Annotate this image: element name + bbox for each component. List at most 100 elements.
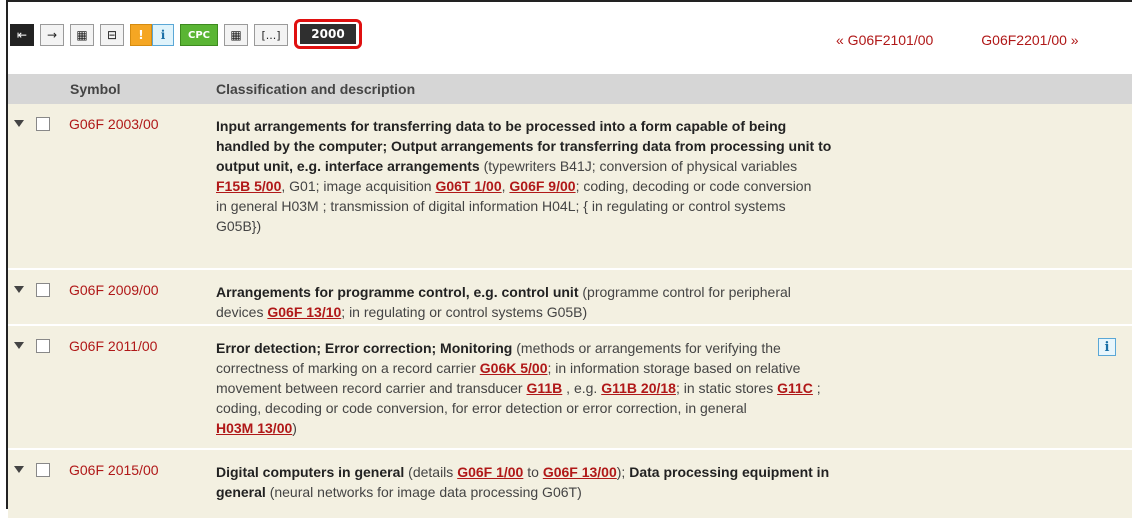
description-text: ;	[812, 380, 821, 396]
description-line: correctness of marking on a record carri…	[216, 358, 1016, 378]
symbol-link[interactable]: G06F 2015/00	[69, 462, 159, 478]
expand-arrow-icon[interactable]	[14, 342, 24, 349]
description-text: ; coding, decoding or code conversion	[575, 178, 812, 194]
table-row: G06F 2011/00 Error detection; Error corre…	[8, 326, 1132, 450]
expand-arrow-icon[interactable]	[14, 466, 24, 473]
reference-link[interactable]: G06F 13/10	[267, 304, 341, 320]
warning-icon: !	[138, 28, 144, 42]
description-text: to	[523, 464, 543, 480]
reference-link[interactable]: F15B 5/00	[216, 178, 281, 194]
description-title: general	[216, 484, 266, 500]
description-text: , G01; image acquisition	[281, 178, 436, 194]
description-text: movement between record carrier and tran…	[216, 380, 527, 396]
grid-icon: ▦	[230, 28, 242, 42]
classification-description: Error detection; Error correction; Monit…	[216, 338, 1016, 438]
description-title: handled by the computer; Output arrangem…	[216, 138, 832, 154]
description-column-header: Classification and description	[216, 81, 416, 97]
description-text: (methods or arrangements for verifying t…	[512, 340, 781, 356]
reference-link[interactable]: G11B 20/18	[601, 380, 676, 396]
cpc-label: CPC	[187, 29, 210, 41]
description-text: )	[292, 420, 297, 436]
info-icon[interactable]: i	[1098, 338, 1116, 356]
description-line: devices G06F 13/10; in regulating or con…	[216, 302, 1016, 322]
description-text: ; in information storage based on relati…	[547, 360, 801, 376]
description-line: H03M 13/00)	[216, 418, 1016, 438]
description-text: (details	[404, 464, 458, 480]
ellipsis-icon: [...]	[261, 28, 281, 42]
reference-link[interactable]: G11B	[526, 380, 562, 396]
reference-link[interactable]: G06F 9/00	[509, 178, 575, 194]
description-line: general (neural networks for image data …	[216, 482, 1016, 502]
description-title: Arrangements for programme control, e.g.…	[216, 284, 579, 300]
description-text: (typewriters B41J; conversion of physica…	[479, 158, 798, 174]
description-line: movement between record carrier and tran…	[216, 378, 1016, 398]
classification-description: Arrangements for programme control, e.g.…	[216, 282, 1016, 322]
back-icon: ⇤	[16, 28, 28, 42]
scheme-navigation: « G06F2101/00 G06F2201/00 »	[836, 32, 1079, 48]
year-highlight: 2000	[294, 19, 362, 49]
description-line: Error detection; Error correction; Monit…	[216, 338, 1016, 358]
reference-link[interactable]: G06K 5/00	[480, 360, 548, 376]
classification-description: Input arrangements for transferring data…	[216, 116, 1016, 236]
symbol-link[interactable]: G06F 2003/00	[69, 116, 159, 132]
table-row: G06F 2003/00 Input arrangements for trans…	[8, 104, 1132, 270]
description-text: ; in regulating or control systems G05B)	[341, 304, 588, 320]
table-row: G06F 2015/00 Digital computers in general…	[8, 450, 1132, 520]
cpc-button[interactable]: CPC	[180, 24, 218, 46]
year-2000-button[interactable]: 2000	[300, 24, 356, 44]
symbol-link[interactable]: G06F 2009/00	[69, 282, 159, 298]
arrow-right-icon: →	[46, 28, 58, 42]
reference-link[interactable]: G06F 13/00	[543, 464, 617, 480]
tree-icon: ▦	[76, 28, 88, 42]
symbol-column-header: Symbol	[70, 81, 121, 97]
compact-icon: ⊟	[106, 28, 118, 42]
description-line: coding, decoding or code conversion, for…	[216, 398, 1016, 418]
description-text: (programme control for peripheral	[578, 284, 791, 300]
table-header: Symbol Classification and description	[8, 74, 1132, 104]
description-line: output unit, e.g. interface arrangements…	[216, 156, 1016, 176]
expand-arrow-icon[interactable]	[14, 120, 24, 127]
toolbar: ⇤ → ▦ ⊟ ! i CPC ▦ [...] 2000	[10, 19, 368, 49]
description-text: in general H03M ; transmission of digita…	[216, 198, 786, 214]
year-label: 2000	[311, 27, 345, 41]
classification-table: G06F 2003/00 Input arrangements for trans…	[8, 104, 1132, 520]
description-line: in general H03M ; transmission of digita…	[216, 196, 1016, 216]
back-button[interactable]: ⇤	[10, 24, 34, 46]
description-text: (neural networks for image data processi…	[265, 484, 582, 500]
next-link[interactable]: G06F2201/00 »	[981, 32, 1078, 48]
table-row: G06F 2009/00 Arrangements for programme c…	[8, 270, 1132, 326]
description-title: output unit, e.g. interface arrangements	[216, 158, 480, 174]
description-text: correctness of marking on a record carri…	[216, 360, 480, 376]
row-checkbox[interactable]	[36, 339, 50, 353]
description-text: devices	[216, 304, 268, 320]
description-line: G05B})	[216, 216, 1016, 236]
description-title: Data processing equipment in	[629, 464, 830, 480]
warning-button[interactable]: !	[130, 24, 152, 46]
reference-link[interactable]: G06T 1/00	[435, 178, 501, 194]
description-line: handled by the computer; Output arrangem…	[216, 136, 1016, 156]
description-line: F15B 5/00, G01; image acquisition G06T 1…	[216, 176, 1016, 196]
reference-link[interactable]: H03M 13/00	[216, 420, 292, 436]
tree-view-button[interactable]: ▦	[70, 24, 94, 46]
expand-arrow-icon[interactable]	[14, 286, 24, 293]
description-title: Input arrangements for transferring data…	[216, 118, 787, 134]
description-title: Digital computers in general	[216, 464, 405, 480]
description-title: Error detection; Error correction; Monit…	[216, 340, 513, 356]
info-button[interactable]: i	[152, 24, 174, 46]
symbol-link[interactable]: G06F 2011/00	[69, 338, 157, 354]
expand-button[interactable]: [...]	[254, 24, 288, 46]
description-text: G05B})	[216, 218, 262, 234]
reference-link[interactable]: G11C	[777, 380, 813, 396]
description-text: , e.g.	[562, 380, 602, 396]
forward-button[interactable]: →	[40, 24, 64, 46]
row-checkbox[interactable]	[36, 463, 50, 477]
row-checkbox[interactable]	[36, 283, 50, 297]
row-checkbox[interactable]	[36, 117, 50, 131]
reference-link[interactable]: G06F 1/00	[457, 464, 523, 480]
compact-view-button[interactable]: ⊟	[100, 24, 124, 46]
grid-button[interactable]: ▦	[224, 24, 248, 46]
info-icon: i	[160, 28, 166, 42]
previous-link[interactable]: « G06F2101/00	[836, 32, 933, 48]
classification-description: Digital computers in general (details G0…	[216, 462, 1016, 502]
description-text: );	[616, 464, 630, 480]
